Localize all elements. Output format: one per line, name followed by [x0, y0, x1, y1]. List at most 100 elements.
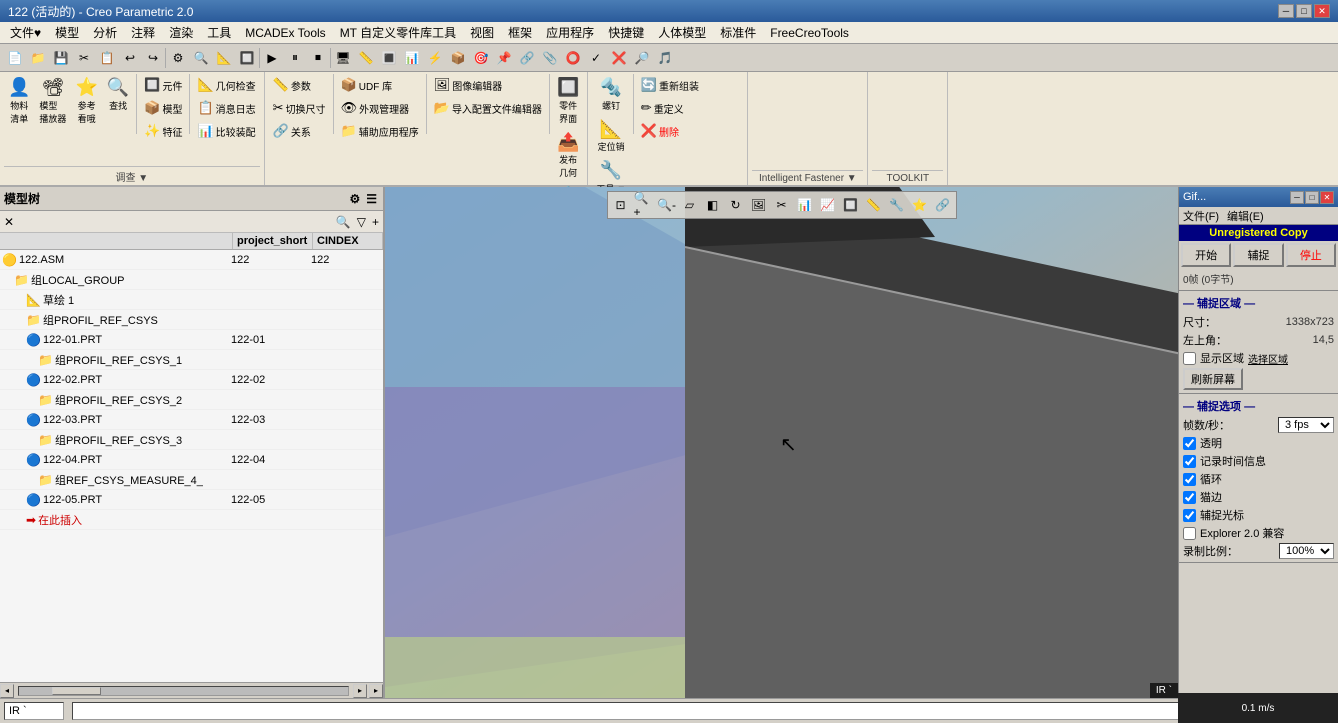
- scroll-left-btn[interactable]: ◂: [0, 684, 14, 698]
- qa-undo[interactable]: ↩: [119, 47, 141, 69]
- qa-music[interactable]: 🎵: [654, 47, 676, 69]
- panel-menu-icon[interactable]: ☰: [364, 191, 379, 207]
- rb-redefine[interactable]: ✏重定义: [637, 97, 703, 119]
- qa-play[interactable]: ▶: [261, 47, 283, 69]
- menu-analysis[interactable]: 分析: [87, 22, 123, 43]
- menu-human[interactable]: 人体模型: [652, 22, 712, 43]
- rb-appearance-mgr[interactable]: 👁外观管理器: [337, 97, 423, 119]
- qa-measure[interactable]: 📐: [213, 47, 235, 69]
- maximize-button[interactable]: □: [1296, 4, 1312, 18]
- menu-mcadex[interactable]: MCADEx Tools: [239, 24, 331, 42]
- rb-compare-assembly[interactable]: 📊比较装配: [193, 120, 259, 142]
- tree-item-6[interactable]: 🔵 122-02.PRT 122-02: [0, 370, 383, 390]
- vp-appearance[interactable]: 🖼: [748, 194, 770, 216]
- tree-item-2[interactable]: 📐 草绘 1: [0, 290, 383, 310]
- rb-find[interactable]: 🔍查找: [103, 74, 133, 142]
- tree-item-5[interactable]: 📁 组PROFIL_REF_CSYS_1: [0, 350, 383, 370]
- menu-view[interactable]: 视图: [464, 22, 500, 43]
- rb-delete[interactable]: ❌删除: [637, 120, 703, 142]
- scroll-thumb[interactable]: [52, 687, 101, 695]
- menu-freecretools[interactable]: FreeCreoTools: [764, 24, 855, 42]
- qa-package[interactable]: 📦: [447, 47, 469, 69]
- rb-import-config[interactable]: 📂导入配置文件编辑器: [430, 97, 546, 119]
- vp-zoom-out[interactable]: 🔍-: [656, 194, 678, 216]
- rb-publish-geometry[interactable]: 📤发布几何: [553, 129, 583, 183]
- col-header-project-short[interactable]: project_short: [233, 233, 313, 249]
- rb-geometry-check[interactable]: 📐几何检查: [193, 74, 259, 96]
- minimize-button[interactable]: ─: [1278, 4, 1294, 18]
- vp-measure[interactable]: 📏: [863, 194, 885, 216]
- rb-locating-pin[interactable]: 📐定位销: [592, 116, 629, 157]
- qa-redo[interactable]: ↪: [142, 47, 164, 69]
- gif-timestamp-checkbox[interactable]: [1183, 455, 1196, 468]
- menu-render[interactable]: 渲染: [163, 22, 199, 43]
- rb-model-player[interactable]: 📽模型播放器: [35, 74, 70, 142]
- qa-settings[interactable]: ⚙: [167, 47, 189, 69]
- tree-item-7[interactable]: 📁 组PROFIL_REF_CSYS_2: [0, 390, 383, 410]
- rb-udf-library[interactable]: 📦UDF 库: [337, 74, 423, 96]
- qa-open[interactable]: 📁: [27, 47, 49, 69]
- qa-lightning[interactable]: ⚡: [424, 47, 446, 69]
- gif-capture-cursor-checkbox[interactable]: [1183, 509, 1196, 522]
- tree-item-13[interactable]: ➡ 在此插入: [0, 510, 383, 530]
- vp-settings[interactable]: 🔧: [886, 194, 908, 216]
- qa-magnify[interactable]: 🔎: [631, 47, 653, 69]
- rb-component[interactable]: 🔲元件: [140, 74, 186, 96]
- scroll-track[interactable]: [18, 686, 349, 696]
- rb-parameters[interactable]: 📏参数: [269, 74, 330, 96]
- vp-rotate[interactable]: ↻: [725, 194, 747, 216]
- qa-box[interactable]: 🔲: [236, 47, 258, 69]
- gif-explorer-checkbox[interactable]: [1183, 527, 1196, 540]
- scroll-right-btn[interactable]: ▸: [353, 684, 367, 698]
- qa-close[interactable]: ❌: [608, 47, 630, 69]
- gif-start-button[interactable]: 开始: [1181, 243, 1231, 267]
- qa-copy[interactable]: 📋: [96, 47, 118, 69]
- qa-grid[interactable]: 🔳: [378, 47, 400, 69]
- rb-material-list[interactable]: 👤物料清单: [4, 74, 34, 142]
- qa-stop[interactable]: ⏹: [307, 47, 329, 69]
- rb-model[interactable]: 📦模型: [140, 97, 186, 119]
- rb-feature[interactable]: ✨特征: [140, 120, 186, 142]
- vp-refit[interactable]: ⊡: [610, 194, 632, 216]
- panel-add-icon[interactable]: +: [370, 214, 381, 230]
- qa-attach[interactable]: 📎: [539, 47, 561, 69]
- qa-link[interactable]: 🔗: [516, 47, 538, 69]
- menu-framework[interactable]: 框架: [502, 22, 538, 43]
- menu-model[interactable]: 模型: [49, 22, 85, 43]
- qa-chart[interactable]: 📊: [401, 47, 423, 69]
- vp-box[interactable]: 🔲: [840, 194, 862, 216]
- qa-pause[interactable]: ⏸: [284, 47, 306, 69]
- horizontal-scrollbar[interactable]: ◂ ▸ ▸: [0, 682, 383, 698]
- gif-refresh-button[interactable]: 刷新屏幕: [1183, 368, 1243, 390]
- menu-mt-custom[interactable]: MT 自定义零件库工具: [334, 22, 462, 43]
- qa-pin[interactable]: 📌: [493, 47, 515, 69]
- vp-zoom-in[interactable]: 🔍+: [633, 194, 655, 216]
- rb-screw[interactable]: 🔩螺钉: [592, 74, 629, 115]
- col-header-cindex[interactable]: CINDEX: [313, 233, 383, 249]
- rb-switch-dim[interactable]: ✂切换尺寸: [269, 97, 330, 119]
- rb-relation[interactable]: 🔗关系: [269, 120, 330, 142]
- gif-menu-file[interactable]: 文件(F): [1183, 208, 1219, 224]
- close-button[interactable]: ✕: [1314, 4, 1330, 18]
- panel-settings-icon[interactable]: ⚙: [347, 191, 362, 207]
- qa-circle[interactable]: ⭕: [562, 47, 584, 69]
- menu-standard-parts[interactable]: 标准件: [714, 22, 762, 43]
- gif-fps-select[interactable]: 3 fps5 fps10 fps15 fps: [1278, 417, 1334, 433]
- tree-item-9[interactable]: 📁 组PROFIL_REF_CSYS_3: [0, 430, 383, 450]
- gif-select-area-btn[interactable]: 选择区域: [1248, 351, 1288, 366]
- panel-search-icon[interactable]: 🔍: [334, 214, 353, 230]
- qa-ruler[interactable]: 📏: [355, 47, 377, 69]
- rb-reference-view[interactable]: ⭐参考看哦: [71, 74, 101, 142]
- menu-file[interactable]: 文件♥: [4, 22, 47, 43]
- qa-new[interactable]: 📄: [4, 47, 26, 69]
- tree-item-1[interactable]: 📁 组LOCAL_GROUP: [0, 270, 383, 290]
- vp-wireframe[interactable]: ▱: [679, 194, 701, 216]
- gif-transparent-checkbox[interactable]: [1183, 437, 1196, 450]
- tree-item-4[interactable]: 🔵 122-01.PRT 122-01: [0, 330, 383, 350]
- panel-filter-icon[interactable]: ▽: [355, 214, 368, 230]
- gif-stop-button[interactable]: 停止: [1286, 243, 1336, 267]
- qa-cut[interactable]: ✂: [73, 47, 95, 69]
- vp-link[interactable]: 🔗: [932, 194, 954, 216]
- menu-shortcuts[interactable]: 快捷键: [602, 22, 650, 43]
- tree-item-3[interactable]: 📁 组PROFIL_REF_CSYS: [0, 310, 383, 330]
